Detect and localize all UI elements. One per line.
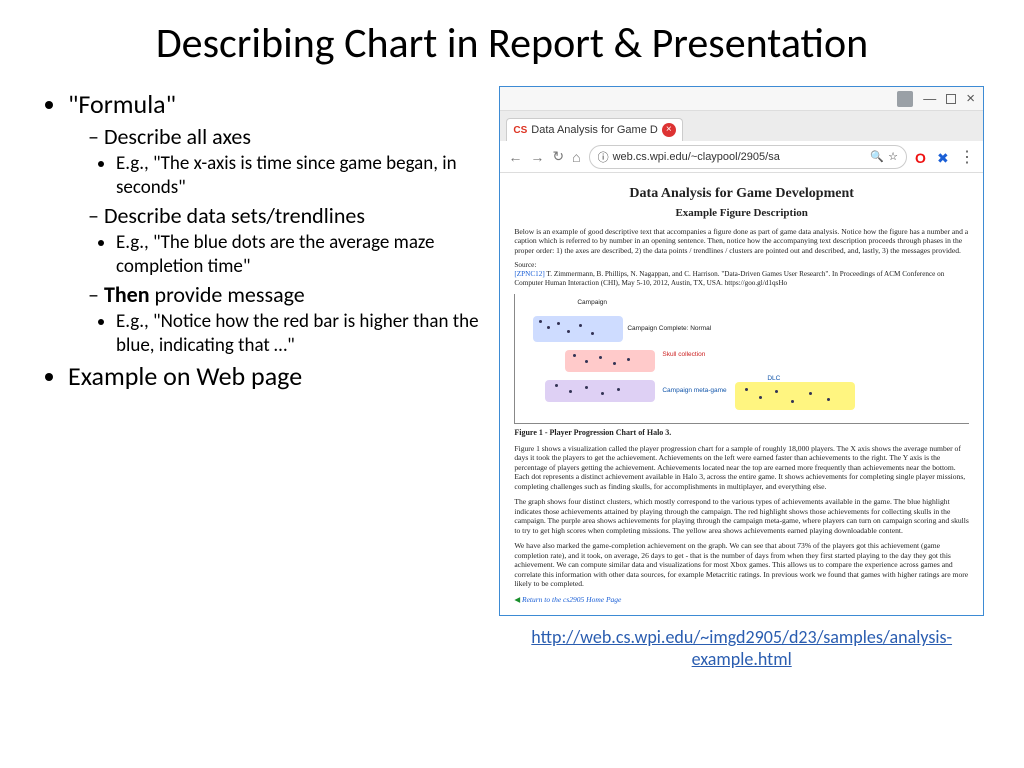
footer-link-anchor[interactable]: http://web.cs.wpi.edu/~imgd2905/d23/samp… [531, 626, 952, 670]
chart-cluster-yellow [735, 382, 855, 410]
bullet-example: Example on Web page [68, 360, 487, 393]
minimize-icon: — [923, 91, 936, 106]
favicon-icon: CS [513, 125, 527, 136]
chart-label-normal: Campaign Complete: Normal [625, 324, 713, 334]
page-intro: Below is an example of good descriptive … [514, 227, 969, 255]
return-link: Return to the cs2905 Home Page [514, 595, 969, 604]
browser-screenshot: — × CS Data Analysis for Game D × ← → ↻ … [499, 86, 984, 616]
extension-o-icon: O [915, 150, 929, 164]
page-h1: Data Analysis for Game Development [514, 185, 969, 203]
page-h2: Example Figure Description [514, 207, 969, 221]
info-icon: ⓘ [598, 149, 609, 165]
footer-link[interactable]: http://web.cs.wpi.edu/~imgd2905/d23/samp… [499, 626, 984, 670]
chart-cluster-red [565, 350, 655, 372]
url-text: web.cs.wpi.edu/~claypool/2905/sa [613, 151, 780, 163]
slide-title: Describing Chart in Report & Presentatio… [40, 20, 984, 68]
url-bar: ⓘ web.cs.wpi.edu/~claypool/2905/sa 🔍 ☆ [589, 145, 907, 169]
bullet-axes: Describe all axes [88, 123, 487, 151]
bullet-message-ex: E.g., "Notice how the red bar is higher … [116, 310, 487, 358]
reload-icon: ↻ [552, 148, 564, 165]
figure-chart: Campaign Campaign Complete: Normal Skull… [514, 294, 969, 424]
bullet-datasets-ex: E.g., "The blue dots are the average maz… [116, 231, 487, 279]
extension-x-icon: ✖ [937, 150, 951, 164]
browser-tab: CS Data Analysis for Game D × [506, 118, 682, 141]
chart-label-skull: Skull collection [660, 350, 707, 360]
page-content: Data Analysis for Game Development Examp… [500, 173, 983, 615]
tab-close-icon: × [662, 123, 676, 137]
home-icon: ⌂ [572, 149, 580, 165]
bullet-formula: "Formula" [68, 88, 487, 121]
page-para2: The graph shows four distinct clusters, … [514, 497, 969, 535]
bullet-message: Then provide message [88, 281, 487, 309]
search-icon: 🔍 [870, 150, 884, 163]
page-para3: We have also marked the game-completion … [514, 541, 969, 588]
tab-title: Data Analysis for Game D [531, 124, 658, 136]
close-icon: × [966, 90, 975, 107]
star-icon: ☆ [888, 150, 898, 163]
menu-icon: ⋮ [959, 147, 975, 167]
chart-label-meta: Campaign meta-game [660, 386, 728, 396]
figure-caption: Figure 1 - Player Progression Chart of H… [514, 428, 969, 438]
forward-icon: → [530, 149, 544, 165]
chart-cluster-purple [545, 380, 655, 402]
page-source: Source: [ZPNC12] T. Zimmermann, B. Phill… [514, 261, 969, 288]
back-icon: ← [508, 149, 522, 165]
chart-cluster-blue [533, 316, 623, 342]
chart-label-campaign: Campaign [575, 298, 609, 308]
maximize-icon [946, 94, 956, 104]
user-icon [897, 91, 913, 107]
bullet-axes-ex: E.g., "The x-axis is time since game beg… [116, 152, 487, 200]
bullet-datasets: Describe data sets/trendlines [88, 202, 487, 230]
bullet-list: "Formula" Describe all axes E.g., "The x… [40, 86, 487, 748]
page-para1: Figure 1 shows a visualization called th… [514, 444, 969, 491]
